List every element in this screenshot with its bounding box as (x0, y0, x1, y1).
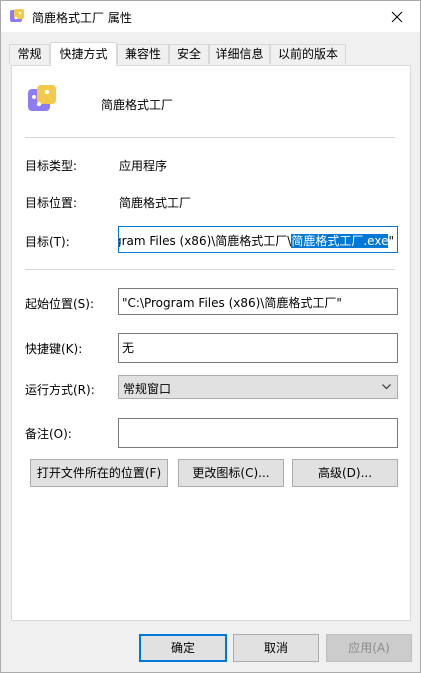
shortcut-key-value: 无 (122, 341, 135, 355)
shortcut-panel: 简鹿格式工厂 目标类型: 应用程序 目标位置: 简鹿格式工厂 目标(T): gr… (11, 65, 411, 621)
tab-details[interactable]: 详细信息 (209, 44, 270, 64)
target-text: gram Files (x86)\简鹿格式工厂\简鹿格式工厂.exe" (118, 232, 394, 249)
target-location-label: 目标位置: (25, 196, 78, 210)
target-location-value: 简鹿格式工厂 (119, 196, 192, 210)
divider (25, 269, 395, 270)
target-text-plain: gram Files (x86)\简鹿格式工厂\ (118, 234, 292, 248)
cancel-button[interactable]: 取消 (233, 634, 319, 662)
close-button[interactable] (374, 1, 420, 32)
shortcut-key-input[interactable]: 无 (118, 333, 398, 363)
run-label: 运行方式(R): (25, 383, 95, 397)
run-select[interactable]: 常规窗口 (118, 375, 398, 399)
target-type-label: 目标类型: (25, 159, 78, 173)
open-file-location-button[interactable]: 打开文件所在的位置(F) (30, 459, 168, 487)
apply-button[interactable]: 应用(A) (326, 634, 412, 662)
target-text-end: " (388, 234, 394, 248)
start-in-label: 起始位置(S): (25, 297, 95, 311)
tab-strip: 常规 快捷方式 兼容性 安全 详细信息 以前的版本 (9, 42, 413, 66)
shortcut-name: 简鹿格式工厂 (101, 98, 174, 112)
tab-security[interactable]: 安全 (169, 44, 209, 64)
start-in-value: "C:\Program Files (x86)\简鹿格式工厂" (122, 296, 342, 310)
tab-compatibility[interactable]: 兼容性 (117, 44, 169, 64)
chevron-down-icon (382, 384, 391, 390)
target-input[interactable]: gram Files (x86)\简鹿格式工厂\简鹿格式工厂.exe" (118, 226, 398, 253)
target-text-selected: 简鹿格式工厂.exe (291, 234, 389, 248)
tab-previous-versions[interactable]: 以前的版本 (270, 44, 346, 64)
divider (25, 137, 395, 138)
properties-window: 简鹿格式工厂 属性 常规 快捷方式 兼容性 安全 详细信息 以前的版本 简鹿格式… (0, 0, 421, 673)
title-bar: 简鹿格式工厂 属性 (1, 1, 420, 32)
run-value: 常规窗口 (123, 382, 172, 396)
app-dice-icon (28, 85, 56, 111)
advanced-button[interactable]: 高级(D)... (292, 459, 398, 487)
tab-shortcut[interactable]: 快捷方式 (50, 42, 117, 66)
shortcut-key-label: 快捷键(K): (25, 342, 83, 356)
window-title: 简鹿格式工厂 属性 (32, 11, 132, 25)
app-dice-icon (10, 9, 24, 22)
comment-label: 备注(O): (25, 427, 72, 441)
change-icon-button[interactable]: 更改图标(C)... (178, 459, 284, 487)
tab-general[interactable]: 常规 (9, 44, 50, 64)
ok-button[interactable]: 确定 (139, 634, 227, 662)
start-in-input[interactable]: "C:\Program Files (x86)\简鹿格式工厂" (118, 288, 398, 315)
comment-input[interactable] (118, 418, 398, 448)
target-label: 目标(T): (25, 235, 70, 249)
target-type-value: 应用程序 (119, 159, 168, 173)
close-icon (391, 11, 403, 22)
